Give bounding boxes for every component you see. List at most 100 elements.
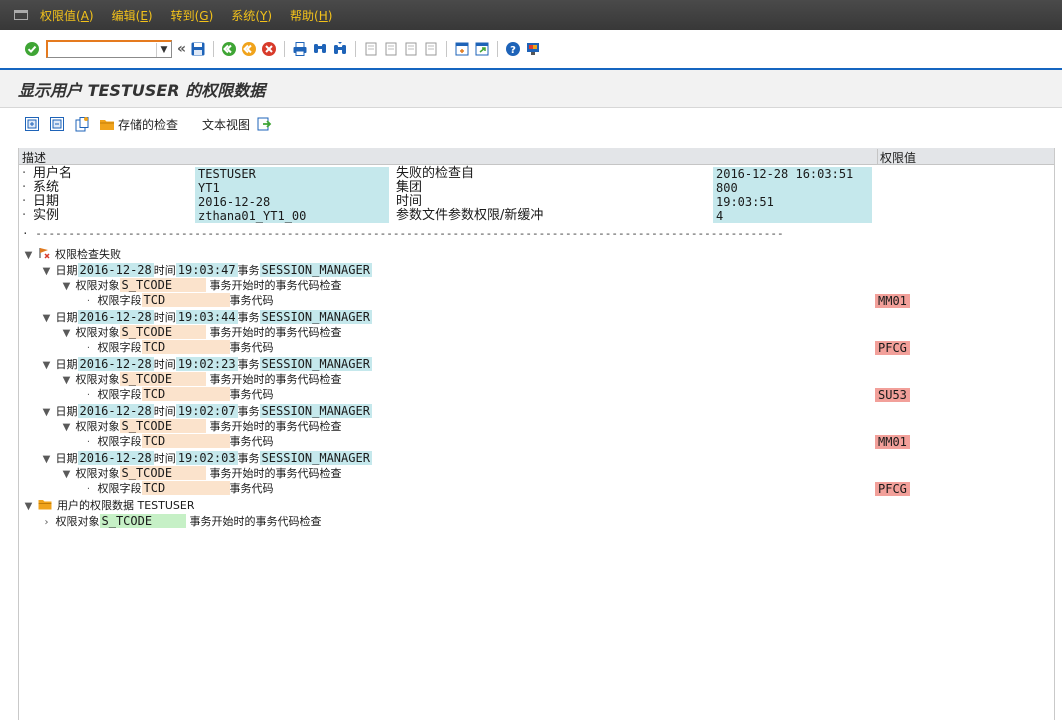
column-description[interactable]: 描述 [22,149,46,166]
prev-page-icon[interactable] [382,40,400,58]
system-menu-icon[interactable] [14,10,28,20]
chevron-down-icon[interactable]: ▼ [61,280,72,294]
chevron-right-icon[interactable]: › [41,516,52,530]
check-entry-1[interactable]: ▼ 日期 2016-12-28 时间 19:03:47 事务 SESSION_MANAGE… [41,263,372,277]
chevron-down-icon[interactable]: ▼ [41,265,52,279]
check-transaction: SESSION_MANAGER [259,451,372,465]
chevron-down-icon[interactable]: ▼ [41,453,52,467]
time-label: 时间 [153,358,176,371]
menu-edit[interactable]: 编辑(E) [112,7,153,24]
copy-button[interactable] [74,116,93,132]
chevron-down-icon[interactable]: ▼ [41,359,52,373]
chevron-down-icon[interactable]: ▼ [61,421,72,435]
folder-icon [99,116,115,132]
last-page-icon[interactable] [422,40,440,58]
auth-field-desc: 事务代码 [229,388,274,401]
bullet: · [22,166,27,181]
export-button[interactable] [256,116,275,132]
chevron-down-icon[interactable]: ▼ [23,500,34,514]
text-view-button[interactable]: 文本视图 [202,116,250,133]
failed-check-icon [38,247,52,263]
check-time: 19:02:23 [175,357,238,371]
check-transaction: SESSION_MANAGER [259,263,372,277]
cancel-icon[interactable] [260,40,278,58]
expand-all-button[interactable] [24,116,43,132]
header-row-user: · 用户名 TESTUSER 失败的检查自 2016-12-28 16:03:5… [19,167,879,181]
new-session-icon[interactable] [453,40,471,58]
bullet: · [22,180,27,195]
transaction-label: 事务 [237,264,260,277]
auth-object-name: S_TCODE [119,325,206,339]
shortcut-icon[interactable] [473,40,491,58]
stored-checks-button[interactable]: 存储的检查 [99,116,178,133]
check-entry-3[interactable]: ▼ 日期 2016-12-28 时间 19:02:23 事务 SESSION_MANAGE… [41,357,372,371]
check-icon[interactable] [23,40,41,58]
chevron-down-icon[interactable]: ▼ [41,406,52,420]
time-label: 时间 [153,311,176,324]
check-entry-5[interactable]: ▼ 日期 2016-12-28 时间 19:02:03 事务 SESSION_MANAGE… [41,451,372,465]
print-icon[interactable] [291,40,309,58]
chevron-down-icon[interactable]: ▼ [61,468,72,482]
field-label: 权限字段 [97,388,142,401]
auth-field-name: TCD [141,293,230,307]
customize-icon[interactable] [524,40,542,58]
auth-value-badge: SU53 [875,388,910,402]
auth-object-name: S_TCODE [119,419,206,433]
auth-object-row[interactable]: ▼ 权限对象 S_TCODE 事务开始时的事务代码检查 [61,278,342,292]
check-date: 2016-12-28 [77,357,154,371]
auth-object-row[interactable]: ▼ 权限对象 S_TCODE 事务开始时的事务代码检查 [61,372,342,386]
svg-text:?: ? [510,45,516,56]
object-label: 权限对象 [75,420,120,433]
auth-value-badge: MM01 [875,294,910,308]
command-input[interactable] [52,42,156,57]
chevron-down-icon[interactable]: ▼ [23,249,34,263]
help-icon[interactable]: ? [504,40,522,58]
back-icon[interactable] [220,40,238,58]
menu-authorization-value[interactable]: 权限值(A) [40,7,94,24]
next-page-icon[interactable] [402,40,420,58]
user-auth-object-row[interactable]: › 权限对象 S_TCODE 事务开始时的事务代码检查 [41,514,322,528]
date-label: 日期 [55,452,78,465]
auth-field-row: · 权限字段 TCD 事务代码 [83,387,274,401]
auth-object-name: S_TCODE [119,466,206,480]
chevron-down-icon[interactable]: ▼ [156,42,171,57]
find-next-icon[interactable] [331,40,349,58]
check-time: 19:02:03 [175,451,238,465]
time-label: 时间 [153,452,176,465]
command-field[interactable]: ▼ [46,40,172,58]
exit-icon[interactable] [240,40,258,58]
auth-field-name: TCD [141,481,230,495]
check-entry-2[interactable]: ▼ 日期 2016-12-28 时间 19:03:44 事务 SESSION_MANAGE… [41,310,372,324]
column-auth-value[interactable]: 权限值 [877,149,916,165]
find-icon[interactable] [311,40,329,58]
failed-checks-node[interactable]: ▼ 权限检查失败 [23,247,121,261]
bullet: · [22,208,27,223]
chevron-down-icon[interactable]: ▼ [41,312,52,326]
auth-object-desc: 事务开始时的事务代码检查 [209,467,342,480]
auth-object-row[interactable]: ▼ 权限对象 S_TCODE 事务开始时的事务代码检查 [61,419,342,433]
column-header: 描述 权限值 [19,148,1054,165]
menu-goto[interactable]: 转到(G) [171,7,214,24]
time-label: 时间 [153,405,176,418]
menu-help[interactable]: 帮助(H) [290,7,332,24]
auth-object-row[interactable]: ▼ 权限对象 S_TCODE 事务开始时的事务代码检查 [61,466,342,480]
menu-system[interactable]: 系统(Y) [231,7,272,24]
chevron-down-icon[interactable]: ▼ [61,327,72,341]
check-entry-4[interactable]: ▼ 日期 2016-12-28 时间 19:02:07 事务 SESSION_MANAGE… [41,404,372,418]
save-icon[interactable] [189,40,207,58]
collapse-all-button[interactable] [49,116,68,132]
auth-object-row[interactable]: ▼ 权限对象 S_TCODE 事务开始时的事务代码检查 [61,325,342,339]
auth-field-desc: 事务代码 [229,435,274,448]
auth-value-badge: PFCG [875,482,910,496]
toolbar-separator [497,41,499,57]
export-icon [256,116,272,132]
transaction-label: 事务 [237,358,260,371]
check-transaction: SESSION_MANAGER [259,357,372,371]
auth-object-desc: 事务开始时的事务代码检查 [209,420,342,433]
bullet: · [86,437,91,448]
chevron-down-icon[interactable]: ▼ [61,374,72,388]
user-auth-data-node[interactable]: ▼ 用户的权限数据 TESTUSER [23,498,195,512]
first-page-icon[interactable] [362,40,380,58]
collapse-icon[interactable]: « [177,41,186,57]
failed-checks-title: 权限检查失败 [55,248,121,261]
